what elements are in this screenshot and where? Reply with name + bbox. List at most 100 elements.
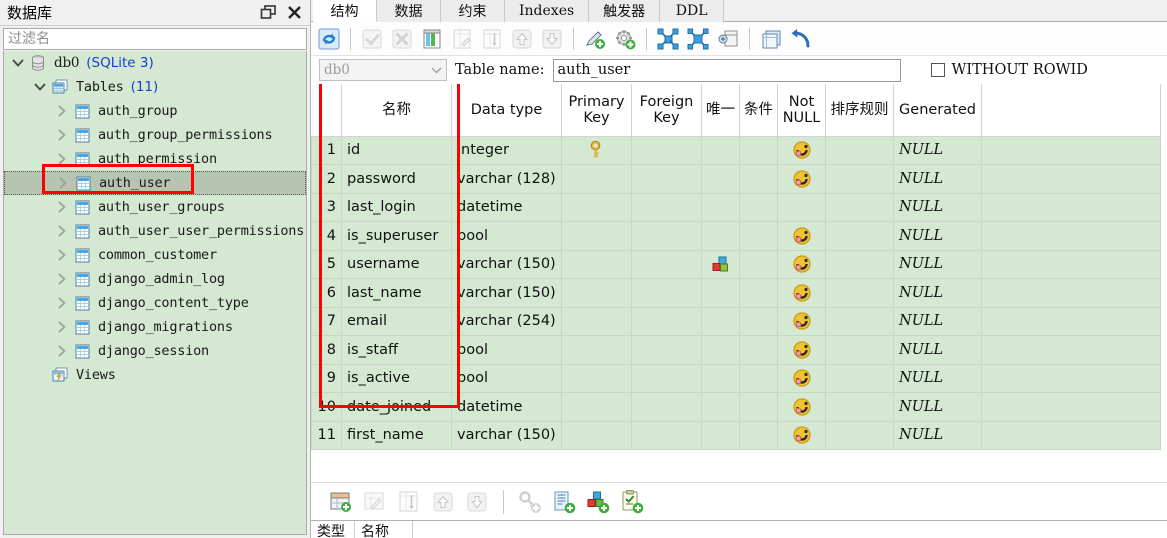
cell-fk[interactable]	[631, 221, 702, 251]
tree-item-auth_user_user_permissions[interactable]: auth_user_user_permissions	[4, 219, 306, 243]
cell-collation[interactable]	[825, 335, 894, 365]
table-row[interactable]: 1 id integer NULL	[311, 135, 1161, 165]
cell-collation[interactable]	[825, 192, 894, 222]
close-icon[interactable]	[282, 2, 306, 24]
tree-twisty[interactable]	[8, 57, 28, 69]
cell-datatype[interactable]: integer	[451, 135, 562, 165]
cell-collation[interactable]	[825, 306, 894, 336]
row-up-button[interactable]	[427, 486, 459, 518]
cell-fk[interactable]	[631, 164, 702, 194]
cell-generated[interactable]: NULL	[893, 306, 982, 336]
cell-datatype[interactable]: datetime	[451, 192, 562, 222]
table-row[interactable]: 10 date_joined datetime NULL	[311, 392, 1161, 422]
cell-datatype[interactable]: varchar (150)	[451, 420, 562, 450]
cell-collation[interactable]	[825, 392, 894, 422]
constraint-column-header[interactable]	[413, 521, 1167, 538]
collapse-button[interactable]	[684, 25, 712, 53]
cell-generated[interactable]: NULL	[893, 420, 982, 450]
cell-datatype[interactable]: datetime	[451, 392, 562, 422]
tree-item-auth_permission[interactable]: auth_permission	[4, 147, 306, 171]
tree-twisty[interactable]	[52, 249, 72, 261]
cell-fk[interactable]	[631, 392, 702, 422]
tree-item-Tables[interactable]: Tables (11)	[4, 75, 306, 99]
tree-twisty[interactable]	[30, 81, 50, 93]
cell-unique[interactable]	[701, 420, 740, 450]
cell-datatype[interactable]: varchar (150)	[451, 278, 562, 308]
column-header-fk[interactable]: Foreign Key	[631, 84, 702, 137]
cell-pk[interactable]	[561, 363, 632, 393]
cell-generated[interactable]: NULL	[893, 363, 982, 393]
cell-generated[interactable]: NULL	[893, 249, 982, 279]
table-row[interactable]: 4 is_superuser bool NULL	[311, 221, 1161, 251]
cell-generated[interactable]: NULL	[893, 221, 982, 251]
rollback-button[interactable]	[388, 25, 416, 53]
cell-pk[interactable]	[561, 135, 632, 165]
cell-datatype[interactable]: bool	[451, 335, 562, 365]
cell-cond[interactable]	[739, 306, 778, 336]
cell-unique[interactable]	[701, 135, 740, 165]
cell-collation[interactable]	[825, 221, 894, 251]
cell-unique[interactable]	[701, 306, 740, 336]
tab-结构[interactable]: 结构	[313, 0, 377, 22]
tree-twisty[interactable]	[52, 321, 72, 333]
tree-twisty[interactable]	[52, 105, 72, 117]
cell-datatype[interactable]: varchar (254)	[451, 306, 562, 336]
tree-twisty[interactable]	[52, 153, 72, 165]
cell-cond[interactable]	[739, 164, 778, 194]
cell-cond[interactable]	[739, 335, 778, 365]
cell-generated[interactable]: NULL	[893, 192, 982, 222]
tree-item-common_customer[interactable]: common_customer	[4, 243, 306, 267]
cell-name[interactable]: is_superuser	[341, 221, 452, 251]
cell-datatype[interactable]: varchar (150)	[451, 249, 562, 279]
cell-collation[interactable]	[825, 363, 894, 393]
cell-pk[interactable]	[561, 221, 632, 251]
cell-collation[interactable]	[825, 164, 894, 194]
cell-notnull[interactable]	[777, 135, 826, 165]
refresh-button[interactable]	[315, 25, 343, 53]
table-row[interactable]: 8 is_staff bool NULL	[311, 335, 1161, 365]
cell-name[interactable]: last_login	[341, 192, 452, 222]
cell-datatype[interactable]: varchar (128)	[451, 164, 562, 194]
create-index-button[interactable]	[581, 25, 609, 53]
without-rowid-checkbox[interactable]: WITHOUT ROWID	[930, 62, 1088, 78]
cell-unique[interactable]	[701, 249, 740, 279]
table-row[interactable]: 6 last_name varchar (150) NULL	[311, 278, 1161, 308]
cell-name[interactable]: date_joined	[341, 392, 452, 422]
cell-fk[interactable]	[631, 363, 702, 393]
cell-cond[interactable]	[739, 192, 778, 222]
column-header-datatype[interactable]: Data type	[451, 84, 562, 137]
cell-pk[interactable]	[561, 306, 632, 336]
tree-twisty[interactable]	[53, 177, 73, 189]
cell-datatype[interactable]: bool	[451, 363, 562, 393]
cell-cond[interactable]	[739, 135, 778, 165]
column-header-generated[interactable]: Generated	[893, 84, 982, 137]
table-row[interactable]: 5 username varchar (150) NULL	[311, 249, 1161, 279]
diagram-button[interactable]	[714, 25, 742, 53]
tree-item-auth_user_groups[interactable]: auth_user_groups	[4, 195, 306, 219]
add-row-button[interactable]	[325, 486, 357, 518]
constraint-column-header[interactable]: 类型	[311, 521, 355, 538]
cell-cond[interactable]	[739, 249, 778, 279]
cell-notnull[interactable]	[777, 221, 826, 251]
cell-datatype[interactable]: bool	[451, 221, 562, 251]
cell-cond[interactable]	[739, 392, 778, 422]
cell-unique[interactable]	[701, 335, 740, 365]
cell-fk[interactable]	[631, 335, 702, 365]
edit-column-button[interactable]	[448, 25, 476, 53]
tree-item-Views[interactable]: Views	[4, 363, 306, 387]
add-index-button[interactable]	[548, 486, 580, 518]
tab-数据[interactable]: 数据	[377, 0, 441, 22]
column-header-rownum[interactable]	[311, 84, 342, 137]
cell-generated[interactable]: NULL	[893, 278, 982, 308]
row-down-button[interactable]	[461, 486, 493, 518]
cell-fk[interactable]	[631, 420, 702, 450]
cell-name[interactable]: username	[341, 249, 452, 279]
tree-twisty[interactable]	[52, 345, 72, 357]
undo-button[interactable]	[787, 25, 815, 53]
tree-item-db0[interactable]: db0 (SQLite 3)	[4, 51, 306, 75]
cell-generated[interactable]: NULL	[893, 335, 982, 365]
cell-pk[interactable]	[561, 164, 632, 194]
cell-collation[interactable]	[825, 278, 894, 308]
delete-column-button[interactable]	[478, 25, 506, 53]
cell-collation[interactable]	[825, 249, 894, 279]
